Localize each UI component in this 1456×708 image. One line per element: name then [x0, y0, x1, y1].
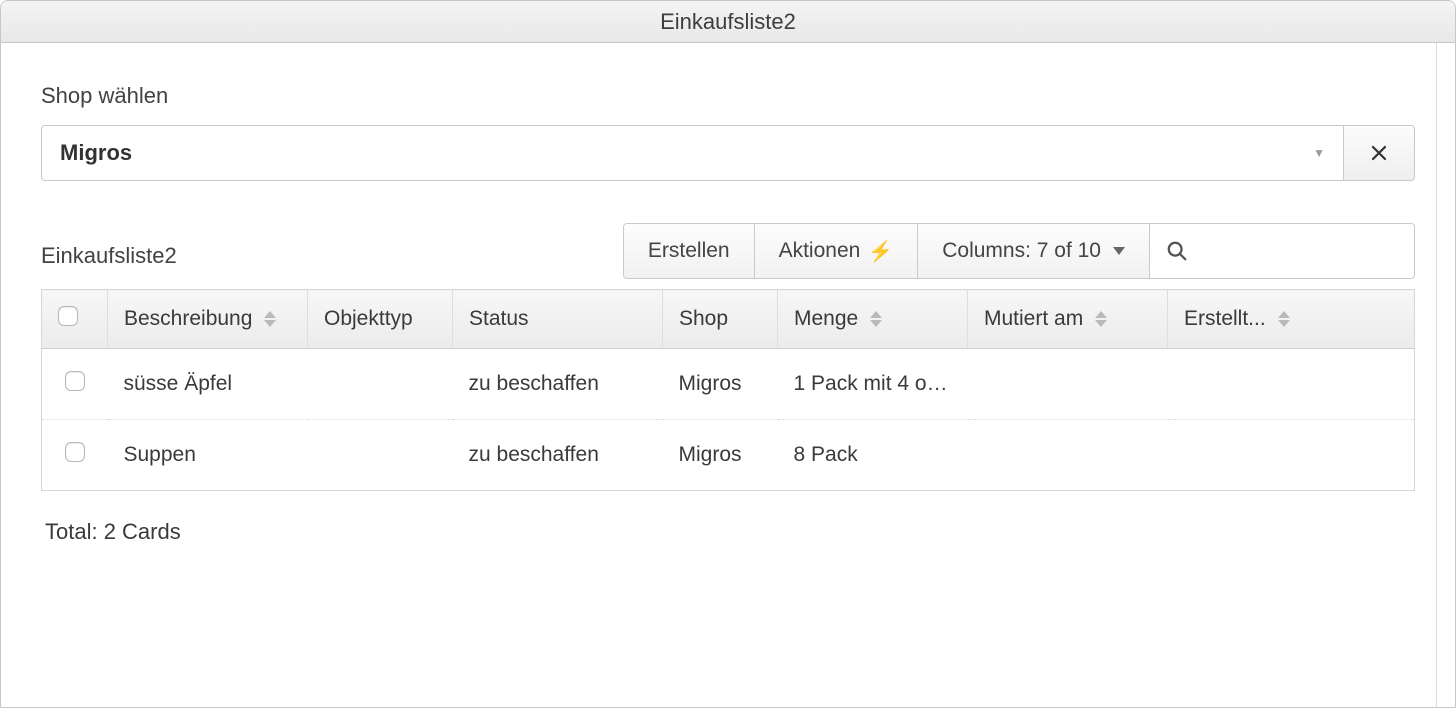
table-header-row: Beschreibung Objekttyp Status Shop Menge — [42, 290, 1415, 349]
col-beschreibung-label: Beschreibung — [124, 307, 252, 330]
cell-shop: Migros — [663, 349, 778, 420]
sort-icon — [1095, 311, 1107, 327]
list-footer: Total: 2 Cards — [41, 491, 1415, 573]
select-all-checkbox[interactable] — [58, 306, 78, 326]
col-shop-label: Shop — [679, 307, 728, 330]
shop-select-label: Shop wählen — [41, 83, 1415, 109]
col-objekttyp-label: Objekttyp — [324, 307, 413, 330]
table-row[interactable]: süsse Äpfel zu beschaffen Migros 1 Pack … — [42, 349, 1415, 420]
clear-shop-button[interactable] — [1343, 125, 1415, 181]
table-row[interactable]: Suppen zu beschaffen Migros 8 Pack — [42, 420, 1415, 491]
sort-icon — [870, 311, 882, 327]
list-toolbar: Erstellen Aktionen ⚡ Columns: 7 of 10 — [623, 223, 1415, 279]
col-menge[interactable]: Menge — [778, 290, 968, 349]
cell-beschreibung: Suppen — [108, 420, 308, 491]
col-mutiert-am-label: Mutiert am — [984, 307, 1083, 330]
content-area: Shop wählen Migros ▼ Einkaufsliste2 Erst… — [1, 43, 1455, 573]
list-header-row: Einkaufsliste2 Erstellen Aktionen ⚡ Colu… — [41, 223, 1415, 279]
cell-shop: Migros — [663, 420, 778, 491]
cell-objekttyp — [308, 349, 453, 420]
cell-erstellt — [1168, 349, 1415, 420]
lightning-icon: ⚡ — [868, 239, 893, 264]
sort-icon — [1278, 311, 1290, 327]
cell-beschreibung: süsse Äpfel — [108, 349, 308, 420]
chevron-down-icon: ▼ — [1313, 146, 1325, 160]
close-icon — [1370, 144, 1388, 162]
cell-menge: 1 Pack mit 4 oder 6 — [778, 349, 968, 420]
col-erstellt-label: Erstellt... — [1184, 307, 1266, 330]
shop-select-value: Migros — [60, 140, 132, 166]
actions-button-label: Aktionen — [779, 239, 861, 263]
cell-status: zu beschaffen — [453, 420, 663, 491]
shopping-list-table: Beschreibung Objekttyp Status Shop Menge — [41, 289, 1415, 491]
cell-objekttyp — [308, 420, 453, 491]
col-erstellt[interactable]: Erstellt... — [1168, 290, 1415, 349]
row-checkbox[interactable] — [65, 442, 85, 462]
select-all-header — [42, 290, 108, 349]
col-status[interactable]: Status — [453, 290, 663, 349]
columns-button[interactable]: Columns: 7 of 10 — [918, 224, 1150, 278]
col-status-label: Status — [469, 307, 529, 330]
col-beschreibung[interactable]: Beschreibung — [108, 290, 308, 349]
cell-mutiert-am — [968, 349, 1168, 420]
sort-icon — [264, 311, 276, 327]
col-mutiert-am[interactable]: Mutiert am — [968, 290, 1168, 349]
cell-erstellt — [1168, 420, 1415, 491]
shop-select-row: Migros ▼ — [41, 125, 1415, 181]
cell-mutiert-am — [968, 420, 1168, 491]
shop-select[interactable]: Migros ▼ — [41, 125, 1343, 181]
columns-button-label: Columns: 7 of 10 — [942, 239, 1101, 263]
actions-button[interactable]: Aktionen ⚡ — [755, 224, 919, 278]
window-titlebar: Einkaufsliste2 — [1, 1, 1455, 43]
search-icon — [1166, 240, 1188, 262]
search-input[interactable] — [1198, 240, 1398, 263]
search-cell — [1150, 224, 1414, 278]
create-button[interactable]: Erstellen — [624, 224, 755, 278]
app-window: Einkaufsliste2 Shop wählen Migros ▼ Eink… — [0, 0, 1456, 708]
list-title: Einkaufsliste2 — [41, 243, 177, 279]
window-title: Einkaufsliste2 — [660, 9, 796, 35]
create-button-label: Erstellen — [648, 239, 730, 263]
col-shop[interactable]: Shop — [663, 290, 778, 349]
cell-status: zu beschaffen — [453, 349, 663, 420]
caret-down-icon — [1113, 247, 1125, 255]
row-checkbox[interactable] — [65, 371, 85, 391]
cell-menge: 8 Pack — [778, 420, 968, 491]
col-menge-label: Menge — [794, 307, 858, 330]
col-objekttyp[interactable]: Objekttyp — [308, 290, 453, 349]
